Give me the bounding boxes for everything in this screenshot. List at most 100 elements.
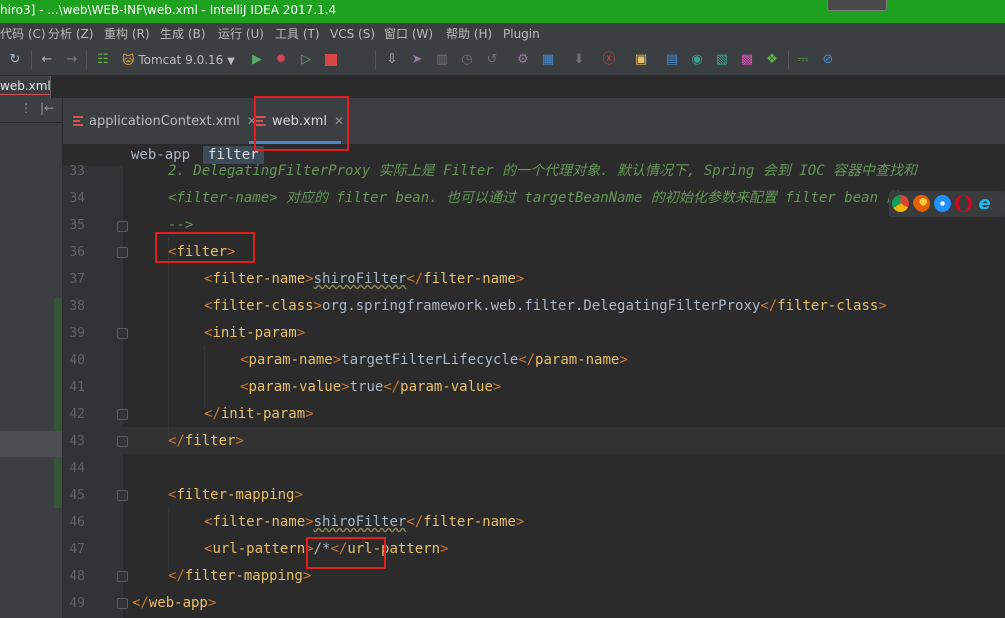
code-line-48: </filter-mapping>	[168, 568, 312, 584]
nav-chevron	[44, 76, 51, 98]
file-icon[interactable]: ⬇	[570, 51, 588, 69]
code-comment: 2. DelegatingFilterProxy 实际上是 Filter 的一个…	[168, 163, 918, 179]
code-line-38: <filter-class>org.springframework.web.fi…	[204, 298, 887, 314]
stop-icon[interactable]	[322, 51, 340, 69]
settings-icon[interactable]: ⚙	[514, 51, 532, 69]
code-line-39: <init-param>	[204, 325, 306, 341]
more-icon[interactable]: ⋮	[20, 101, 32, 115]
fold-marker[interactable]	[117, 490, 128, 501]
vcs-commit-icon[interactable]: ➤	[408, 51, 426, 69]
tab-application-context[interactable]: applicationContext.xml ✕	[73, 112, 257, 132]
forward-arrow-icon[interactable]: →	[63, 51, 81, 69]
indent-guide	[204, 346, 205, 409]
fold-marker[interactable]	[117, 436, 128, 447]
history-icon[interactable]: ◷	[458, 51, 476, 69]
code-line-46: <filter-name>shiroFilter</filter-name>	[204, 514, 525, 530]
line-number: 37	[69, 272, 85, 287]
menu-tools[interactable]: 工具 (T)	[275, 23, 320, 45]
editor-tab-bar: applicationContext.xml ✕ web.xml ✕	[63, 98, 1005, 144]
toolbar-separator	[788, 51, 789, 69]
line-number: 41	[69, 380, 85, 395]
structure-icon[interactable]: ☷	[94, 51, 112, 69]
line-number: 45	[69, 488, 85, 503]
ie-icon[interactable]: e	[976, 195, 993, 213]
collapse-icon[interactable]: |←	[40, 101, 54, 115]
search-icon[interactable]: ↻	[6, 51, 24, 69]
chrome-icon[interactable]	[892, 195, 909, 212]
line-number: 38	[69, 299, 85, 314]
chevron-down-icon: ▼	[227, 56, 235, 67]
browser-preview-bar: e	[889, 191, 1005, 217]
menu-refactor[interactable]: 重构 (R)	[104, 23, 150, 45]
line-number: 42	[69, 407, 85, 422]
opera-icon[interactable]	[955, 195, 972, 212]
toolbar-separator	[31, 51, 32, 69]
menu-plugin[interactable]: Plugin	[503, 23, 540, 45]
update-icon[interactable]: ⇩	[383, 51, 401, 69]
firefox-icon[interactable]	[913, 195, 930, 212]
run-icon[interactable]: ▶	[248, 51, 266, 69]
layout-icon[interactable]: ▧	[713, 51, 731, 69]
current-line-highlight	[123, 427, 1005, 454]
code-line-40: <param-name>targetFilterLifecycle</param…	[240, 352, 628, 368]
database-icon[interactable]: ▤	[663, 51, 681, 69]
title-scroll-handle[interactable]	[827, 0, 887, 11]
line-number: 47	[69, 542, 85, 557]
puzzle-icon[interactable]: ❖	[763, 51, 781, 69]
menu-analyze[interactable]: 分析 (Z)	[48, 23, 93, 45]
help-icon[interactable]: ⓧ	[600, 51, 618, 69]
menu-code[interactable]: 代码 (C)	[0, 23, 46, 45]
window-title: hiro3] - ...\web\WEB-INF\web.xml - Intel…	[0, 3, 337, 17]
project-tree-selected-row[interactable]	[0, 431, 62, 457]
coverage-icon[interactable]: ▷	[297, 51, 315, 69]
code-line-49: </web-app>	[132, 595, 217, 611]
back-arrow-icon[interactable]: ←	[38, 51, 56, 69]
indent-guide	[168, 238, 169, 436]
compare-icon[interactable]: ▥	[433, 51, 451, 69]
line-number: 35	[69, 218, 85, 233]
code-line-45: <filter-mapping>	[168, 487, 303, 503]
revert-icon[interactable]: ↺	[483, 51, 501, 69]
navigation-bar: web.xml	[0, 76, 51, 98]
safari-icon[interactable]	[934, 195, 951, 212]
project-panel: ⋮ |←	[0, 98, 63, 618]
fold-marker[interactable]	[117, 221, 128, 232]
fold-marker[interactable]	[117, 247, 128, 258]
indent-guide	[168, 508, 169, 571]
line-number: 34	[69, 191, 85, 206]
highlight-box-filter-tag	[155, 232, 255, 263]
line-number: 48	[69, 569, 85, 584]
debug-icon[interactable]: ✹	[272, 51, 290, 69]
title-bar: hiro3] - ...\web\WEB-INF\web.xml - Intel…	[0, 0, 1005, 23]
run-config-label: Tomcat 9.0.16	[138, 53, 224, 67]
plugin-icon[interactable]: ▣	[632, 51, 650, 69]
line-number: 39	[69, 326, 85, 341]
fold-marker[interactable]	[117, 328, 128, 339]
terminal-icon[interactable]: ◉	[688, 51, 706, 69]
disable-icon[interactable]: ⊘	[819, 51, 837, 69]
menu-run[interactable]: 运行 (U)	[218, 23, 264, 45]
code-comment: <filter-name> 对应的 filter bean. 也可以通过 tar…	[168, 190, 935, 206]
run-config-selector[interactable]: 🐱 Tomcat 9.0.16 ▼	[122, 50, 235, 70]
tab-label: applicationContext.xml	[89, 114, 240, 129]
monitor-icon[interactable]: ⎓	[794, 51, 812, 69]
highlight-box-tab	[254, 96, 349, 151]
fold-marker[interactable]	[117, 598, 128, 609]
line-number: 44	[69, 461, 85, 476]
code-line-37: <filter-name>shiroFilter</filter-name>	[204, 271, 525, 287]
main-toolbar: ↻ ← → ☷ 🐱 Tomcat 9.0.16 ▼ ▶ ✹ ▷ ⇩ ➤ ▥ ◷ …	[0, 45, 1005, 76]
grid-icon[interactable]: ▩	[738, 51, 756, 69]
project-panel-header: ⋮ |←	[0, 98, 62, 123]
fold-marker[interactable]	[117, 571, 128, 582]
menu-help[interactable]: 帮助 (H)	[446, 23, 492, 45]
toolbar-separator	[375, 51, 376, 69]
menu-build[interactable]: 生成 (B)	[160, 23, 205, 45]
fold-marker[interactable]	[117, 409, 128, 420]
line-number: 43	[69, 434, 85, 449]
menu-vcs[interactable]: VCS (S)	[330, 23, 375, 45]
project-structure-icon[interactable]: ▦	[539, 51, 557, 69]
line-number: 46	[69, 515, 85, 530]
menu-window[interactable]: 窗口 (W)	[384, 23, 433, 45]
highlight-box-url-pattern	[306, 537, 386, 569]
tomcat-icon: 🐱	[122, 53, 135, 67]
